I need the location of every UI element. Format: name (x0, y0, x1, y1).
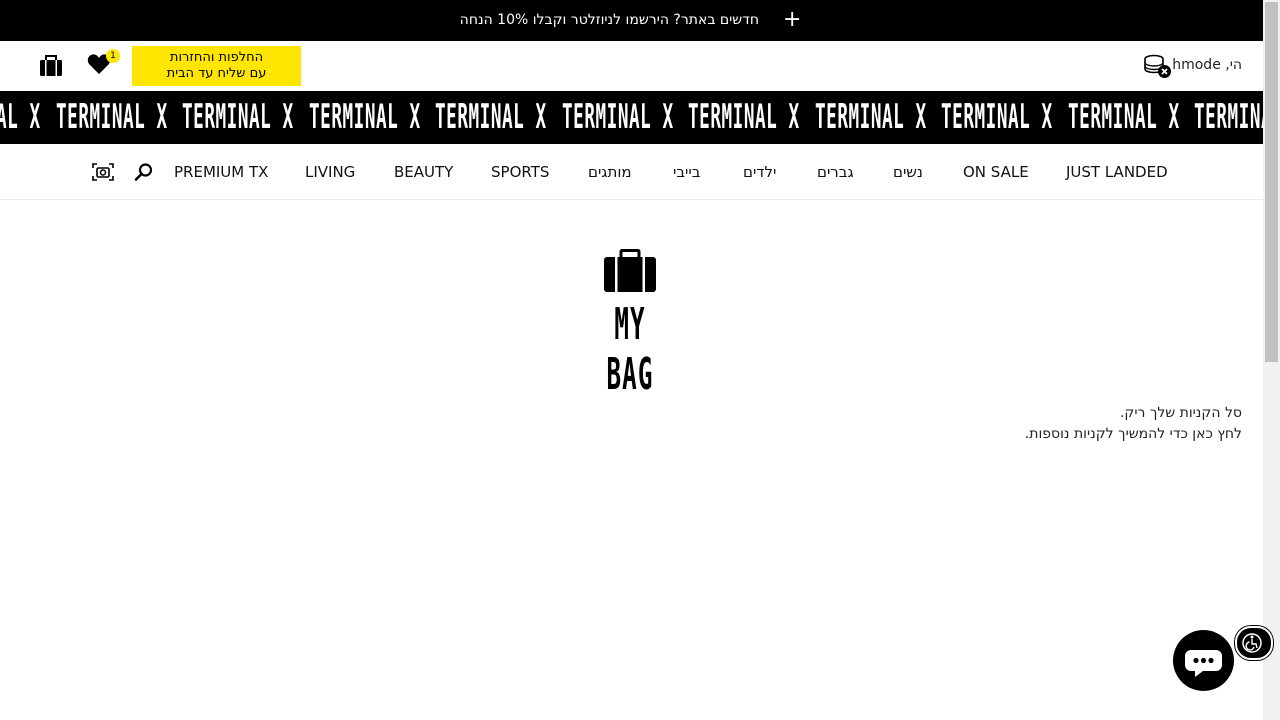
nav-brands[interactable]: מותגים (588, 163, 632, 181)
plus-icon[interactable]: + (783, 8, 801, 32)
empty-cart-line-1: סל הקניות שלך ריק. (1119, 405, 1242, 421)
ticker-brand-text: TERMINAL X (941, 97, 1053, 137)
scrollbar-thumb[interactable] (1265, 2, 1278, 362)
page-title: MY BAG (606, 299, 654, 400)
accessibility-icon[interactable] (1235, 626, 1273, 660)
promo-text[interactable]: חדשים באתר? הירשמו לניוזלטר וקבלו 10% הנ… (460, 12, 759, 28)
nav-premium-tx[interactable]: PREMIUM TX (174, 163, 268, 181)
nav-beauty[interactable]: BEAUTY (394, 163, 453, 181)
ticker-brand-text: TERMINAL X (688, 97, 800, 137)
search-icon[interactable] (134, 162, 154, 182)
header: 1 החלפות והחזרות עם שליח עד הבית הי, hmo… (0, 41, 1263, 91)
nav-women[interactable]: נשים (893, 163, 923, 181)
coins-icon[interactable] (1144, 53, 1172, 79)
shopping-bag-icon (603, 249, 657, 293)
ticker-brand-text: TERMINAL X (55, 97, 168, 137)
ticker-brand-text: TERMINAL X (1067, 97, 1180, 137)
nav-kids[interactable]: ילדים (743, 163, 776, 181)
nav-baby[interactable]: בייבי (673, 163, 700, 181)
nav-living[interactable]: LIVING (305, 163, 355, 181)
ticker-brand-text: TERMINAL X (308, 97, 421, 137)
shopping-bag-icon[interactable] (39, 55, 63, 77)
ticker-brand-text: TERMINAL X (814, 97, 927, 137)
ticker-track: TERMINAL X TERMINAL X TERMINAL X TERMINAL X… (0, 91, 1263, 144)
nav-men[interactable]: גברים (817, 163, 854, 181)
chat-icon[interactable] (1173, 630, 1234, 691)
camera-search-icon[interactable] (92, 162, 114, 182)
nav-sports[interactable]: SPORTS (491, 163, 549, 181)
ticker-brand-text: TERMINAL X (435, 97, 547, 137)
shipping-line-1: החלפות והחזרות (169, 50, 264, 65)
user-greeting[interactable]: הי, hmode (1172, 57, 1242, 73)
promo-bar: חדשים באתר? הירשמו לניוזלטר וקבלו 10% הנ… (0, 0, 1263, 41)
nav-just-landed[interactable]: JUST LANDED (1066, 163, 1168, 181)
shipping-line-2: עם שליח עד הבית (166, 66, 267, 81)
shipping-banner[interactable]: החלפות והחזרות עם שליח עד הבית (132, 46, 301, 86)
ticker-brand-text: TERMINAL X (182, 97, 294, 137)
brand-ticker: TERMINAL X TERMINAL X TERMINAL X TERMINAL X… (0, 91, 1263, 144)
ticker-brand-text: TERMINAL X (1194, 97, 1263, 137)
continue-shopping-link[interactable]: לחץ כאן כדי להמשיך לקניות נוספות. (1025, 424, 1242, 445)
main-nav: JUST LANDED ON SALE נשים גברים ילדים ביי… (0, 145, 1263, 200)
ticker-brand-text: TERMINAL X (561, 97, 674, 137)
nav-on-sale[interactable]: ON SALE (963, 163, 1029, 181)
empty-cart-message: סל הקניות שלך ריק. לחץ כאן כדי להמשיך לק… (1025, 403, 1242, 445)
wishlist-count-badge: 1 (106, 49, 120, 63)
